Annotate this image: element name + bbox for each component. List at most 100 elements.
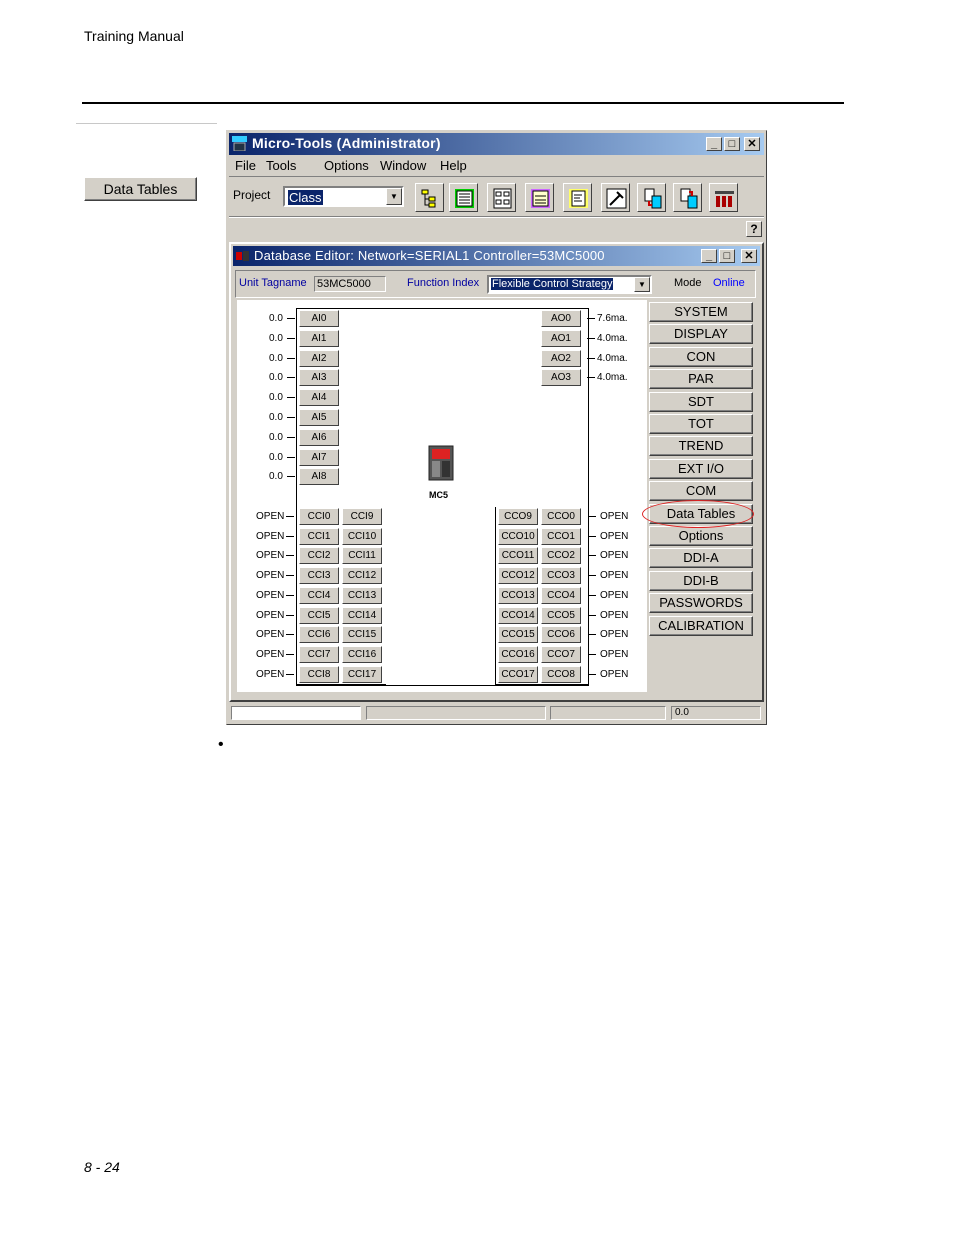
ao-button[interactable]: AO0 bbox=[541, 310, 581, 327]
menu-tools[interactable]: Tools bbox=[266, 158, 296, 173]
ao-tick bbox=[587, 337, 595, 339]
project-select[interactable]: Class ▼ bbox=[283, 186, 404, 207]
ai-value: 0.0 bbox=[269, 332, 283, 344]
ai-button[interactable]: AI0 bbox=[299, 310, 339, 327]
ai-tick bbox=[287, 436, 295, 438]
minimize-button[interactable]: _ bbox=[706, 137, 722, 151]
side-button-par[interactable]: PAR bbox=[649, 369, 753, 390]
ai-tick bbox=[287, 318, 295, 319]
ai-button[interactable]: AI3 bbox=[299, 369, 339, 387]
cco-right-tick bbox=[588, 594, 596, 596]
mc5-controller-icon bbox=[428, 445, 454, 489]
cco-right-tick bbox=[588, 653, 596, 655]
side-button-tot[interactable]: TOT bbox=[649, 414, 753, 434]
ai-button[interactable]: AI8 bbox=[299, 468, 339, 486]
ai-value: 0.0 bbox=[269, 431, 283, 443]
side-button-options[interactable]: Options bbox=[649, 526, 753, 546]
chevron-down-icon[interactable]: ▼ bbox=[386, 188, 402, 205]
chevron-down-icon[interactable]: ▼ bbox=[634, 277, 650, 292]
cco-block bbox=[495, 507, 589, 685]
side-button-con[interactable]: CON bbox=[649, 346, 753, 367]
grid-tool-icon[interactable] bbox=[487, 183, 516, 212]
ai-value: 0.0 bbox=[269, 412, 283, 423]
cci-left-tick bbox=[286, 535, 294, 537]
list-tool-icon[interactable] bbox=[449, 183, 478, 212]
info-row: Unit Tagname 53MC5000 Function Index Fle… bbox=[235, 270, 756, 298]
status-bar: 0.0 bbox=[229, 704, 764, 722]
menu-options[interactable]: Options bbox=[324, 158, 369, 173]
ai-tick bbox=[287, 417, 295, 418]
ai-button[interactable]: AI7 bbox=[299, 448, 339, 466]
cci-left-tick bbox=[286, 614, 294, 616]
ao-button[interactable]: AO1 bbox=[541, 329, 581, 347]
function-index-select[interactable]: Flexible Control Strategy ▼ bbox=[487, 275, 652, 294]
cco-right-state: OPEN bbox=[600, 570, 629, 582]
cci-left-state: OPEN bbox=[256, 648, 285, 660]
close-button[interactable]: ✕ bbox=[744, 137, 760, 151]
help-bar: ? bbox=[229, 216, 764, 241]
maximize-button[interactable]: □ bbox=[724, 137, 740, 151]
ai-value: 0.0 bbox=[269, 313, 283, 324]
toolbar: Project Class ▼ bbox=[229, 176, 764, 218]
menu-bar: File Tools Options Window Help bbox=[229, 155, 764, 176]
cco-right-state: OPEN bbox=[600, 609, 629, 621]
hammer-tool-icon[interactable] bbox=[601, 183, 630, 212]
download-tool-icon[interactable] bbox=[637, 183, 666, 212]
menu-help[interactable]: Help bbox=[440, 158, 467, 173]
side-button-com[interactable]: COM bbox=[649, 481, 753, 502]
ai-value: 0.0 bbox=[269, 451, 283, 463]
editor-titlebar: Database Editor: Network=SERIAL1 Control… bbox=[233, 246, 760, 266]
side-button-passwords[interactable]: PASSWORDS bbox=[649, 593, 753, 614]
status-pane-2 bbox=[366, 706, 546, 720]
ao-button[interactable]: AO2 bbox=[541, 349, 581, 367]
cci-block bbox=[296, 507, 388, 685]
center-gap bbox=[386, 507, 495, 685]
ai-value: 0.0 bbox=[269, 372, 283, 384]
side-button-display[interactable]: DISPLAY bbox=[649, 324, 753, 345]
page-header: Training Manual bbox=[84, 28, 184, 44]
ao-button[interactable]: AO3 bbox=[541, 369, 581, 387]
menu-file[interactable]: File bbox=[235, 158, 256, 173]
window-title: Micro-Tools (Administrator) bbox=[252, 135, 441, 151]
function-index-label: Function Index bbox=[407, 277, 480, 289]
side-button-trend[interactable]: TREND bbox=[649, 436, 753, 457]
ai-button[interactable]: AI6 bbox=[299, 428, 339, 446]
cco-right-tick bbox=[588, 555, 596, 557]
cci-left-state: OPEN bbox=[256, 550, 285, 562]
rack-tool-icon[interactable] bbox=[709, 183, 738, 212]
status-value: 0.0 bbox=[671, 706, 761, 720]
mode-value: Online bbox=[713, 277, 745, 289]
side-button-calibration[interactable]: CALIBRATION bbox=[649, 615, 753, 636]
document-tool-icon[interactable] bbox=[563, 183, 592, 212]
header-rule bbox=[82, 102, 844, 104]
ai-tick bbox=[287, 357, 295, 359]
form-tool-icon[interactable] bbox=[525, 183, 554, 212]
editor-title: Database Editor: Network=SERIAL1 Control… bbox=[254, 248, 605, 263]
ai-button[interactable]: AI4 bbox=[299, 389, 339, 407]
ai-value: 0.0 bbox=[269, 392, 283, 404]
ai-button[interactable]: AI5 bbox=[299, 409, 339, 426]
status-pane-1 bbox=[231, 706, 361, 720]
highlight-circle bbox=[642, 500, 754, 528]
unit-tagname-field: 53MC5000 bbox=[314, 276, 386, 292]
help-button[interactable]: ? bbox=[746, 221, 762, 237]
mode-label: Mode bbox=[674, 277, 702, 289]
side-button-system[interactable]: SYSTEM bbox=[649, 302, 753, 322]
upload-tool-icon[interactable] bbox=[673, 183, 702, 212]
ai-button[interactable]: AI2 bbox=[299, 349, 339, 367]
side-button-ddi-a[interactable]: DDI-A bbox=[649, 548, 753, 569]
side-button-ddi-b[interactable]: DDI-B bbox=[649, 570, 753, 591]
menu-window[interactable]: Window bbox=[380, 158, 426, 173]
ai-tick bbox=[287, 377, 295, 379]
cci-left-tick bbox=[286, 575, 294, 577]
editor-maximize-button[interactable]: □ bbox=[719, 249, 735, 263]
editor-minimize-button[interactable]: _ bbox=[701, 249, 717, 263]
side-button-ext-i-o[interactable]: EXT I/O bbox=[649, 458, 753, 479]
editor-close-button[interactable]: ✕ bbox=[741, 249, 757, 263]
ai-button[interactable]: AI1 bbox=[299, 329, 339, 347]
tree-tool-icon[interactable] bbox=[415, 183, 444, 212]
side-button-sdt[interactable]: SDT bbox=[649, 391, 753, 412]
cci-left-state: OPEN bbox=[256, 609, 285, 621]
function-button-panel: SYSTEM DISPLAY CON PAR SDT TOT TREND EXT I/O COM… bbox=[647, 300, 756, 692]
cci-left-state: OPEN bbox=[256, 589, 285, 601]
